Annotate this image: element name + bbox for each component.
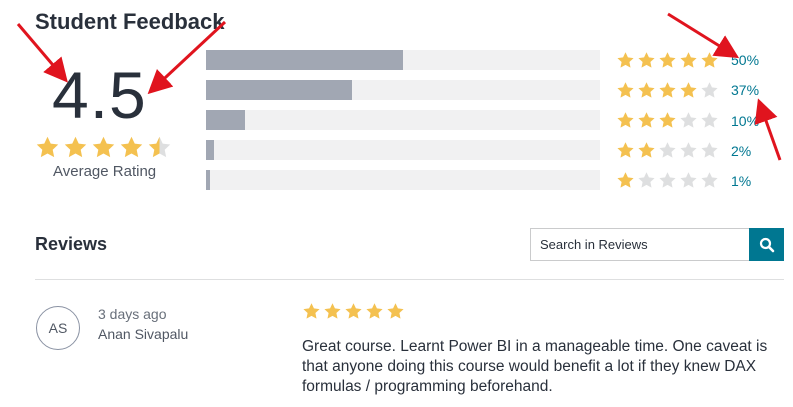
star-full-icon [638,142,655,158]
reviews-heading: Reviews [35,234,108,254]
arrow-3 [667,12,740,59]
star-full-icon [366,303,383,319]
star-full-icon [92,136,115,158]
star-full-icon [638,82,655,98]
star-empty-icon [680,142,697,158]
search-button[interactable] [749,228,784,261]
row-stars-2[interactable] [616,141,719,159]
star-empty-icon [701,112,718,128]
star-full-icon [680,52,697,68]
star-empty-icon [638,172,655,188]
star-empty-icon [701,82,718,98]
average-rating-value: 4.5 [52,58,147,132]
rating-percent-1[interactable]: 1% [731,173,751,189]
star-full-icon [64,136,87,158]
star-full-icon [303,303,320,319]
star-full-icon [659,112,676,128]
rating-bar-2[interactable] [206,140,600,160]
star-full-icon [659,82,676,98]
average-rating-stars [35,135,175,159]
star-full-icon [387,303,404,319]
star-empty-icon [701,142,718,158]
star-full-icon [617,172,634,188]
search-box [530,228,750,261]
star-full-icon [638,112,655,128]
star-full-icon [324,303,341,319]
rating-bar-1[interactable] [206,170,600,190]
rating-bar-3[interactable] [206,110,600,130]
star-full-icon [120,136,143,158]
star-full-icon [345,303,362,319]
arrow-4 [754,98,782,161]
review-stars [302,302,405,322]
review-text: Great course. Learnt Power BI in a manag… [302,338,768,395]
review-date: 3 days ago [98,306,167,322]
divider [35,279,784,280]
rating-bar-fill [206,110,246,130]
star-full-icon [617,82,634,98]
star-empty-icon [659,142,676,158]
rating-bar-fill [206,170,210,190]
star-full-icon [617,112,634,128]
star-full-icon [680,82,697,98]
magnifier-icon [759,237,774,252]
star-full-icon [659,52,676,68]
rating-percent-4[interactable]: 37% [731,82,759,98]
section-title: Student Feedback [35,9,225,34]
rating-bar-fill [206,80,352,100]
rating-percent-5[interactable]: 50% [731,52,759,68]
star-full-icon [617,52,634,68]
star-empty-icon [680,172,697,188]
reviewer-name: Anan Sivapalu [98,326,189,342]
star-half-icon [148,136,171,158]
star-empty-icon [680,112,697,128]
star-full-icon [701,52,718,68]
row-stars-4[interactable] [616,81,719,99]
row-stars-5[interactable] [616,51,719,69]
star-full-icon [638,52,655,68]
rating-bar-fill [206,140,214,160]
star-full-icon [617,142,634,158]
average-rating-label: Average Rating [53,163,157,180]
star-empty-icon [659,172,676,188]
search-input[interactable] [531,229,735,260]
star-empty-icon [701,172,718,188]
star-full-icon [36,136,59,158]
row-stars-1[interactable] [616,171,719,189]
rating-bar-5[interactable] [206,50,600,70]
rating-bar-4[interactable] [206,80,600,100]
rating-percent-3[interactable]: 10% [731,113,759,129]
rating-bar-fill [206,50,403,70]
avatar: AS [36,306,80,350]
row-stars-3[interactable] [616,111,719,129]
rating-percent-2[interactable]: 2% [731,143,751,159]
